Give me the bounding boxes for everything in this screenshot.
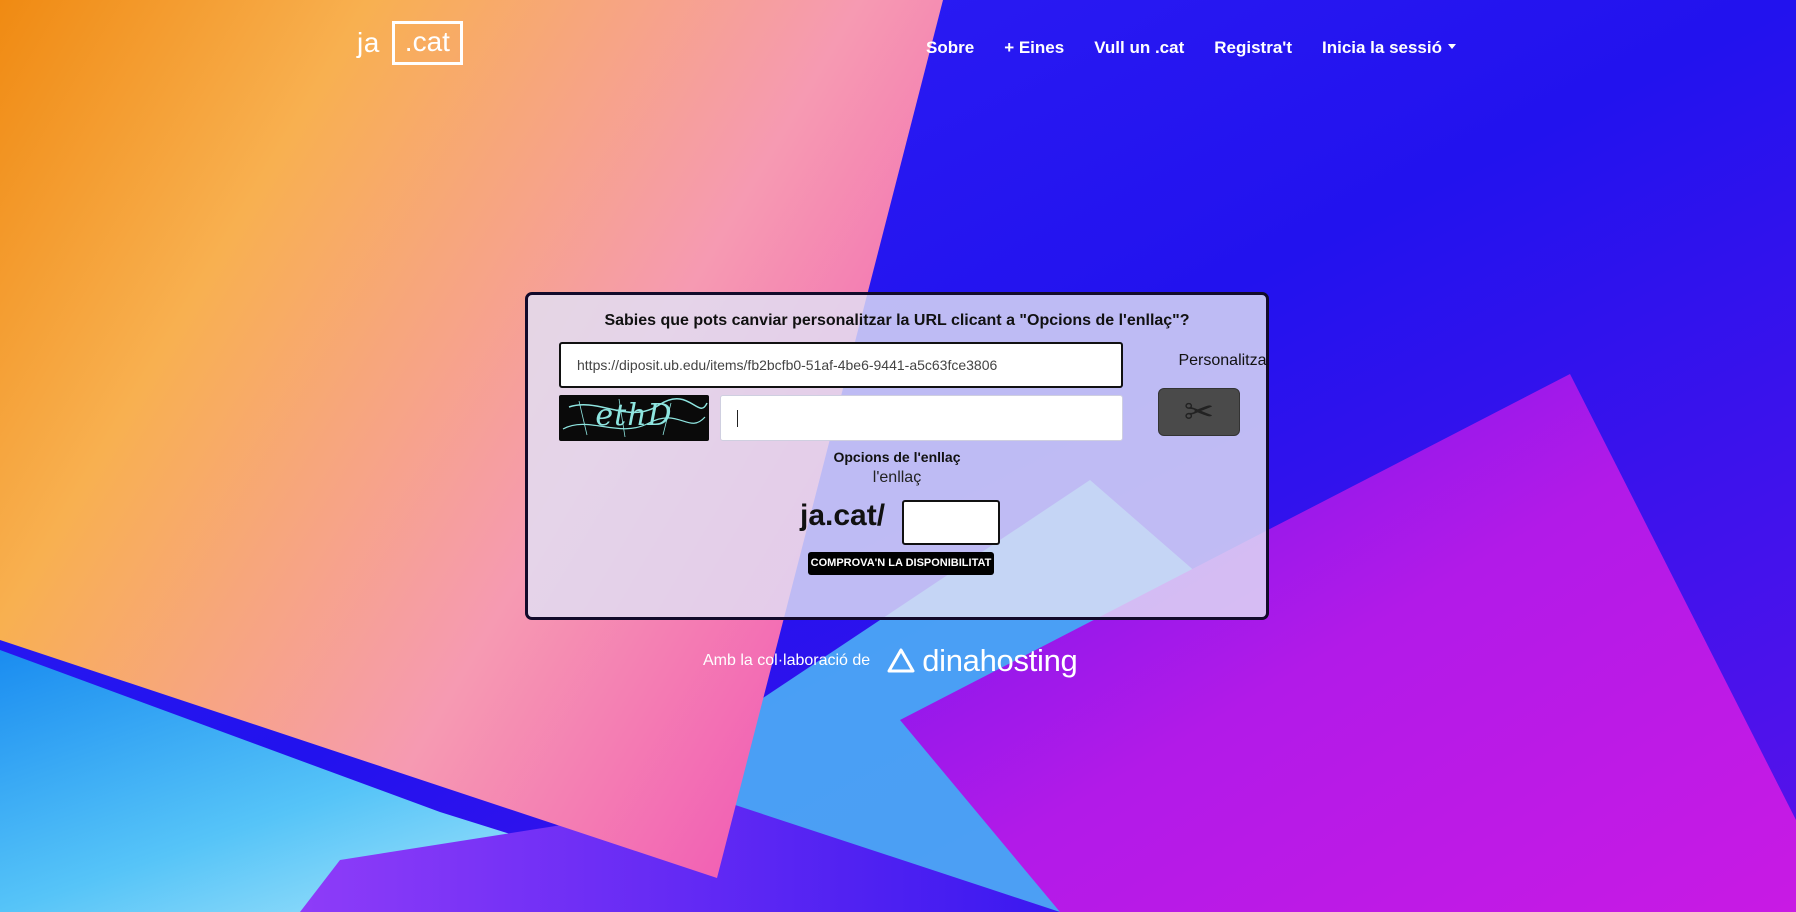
logo-ja-text: ja [357,27,380,58]
partner-logo-text[interactable]: dinahosting [922,643,1078,679]
shorten-button[interactable]: ✂ [1158,388,1240,436]
nav-eines[interactable]: + Eines [1004,38,1064,58]
url-input[interactable] [559,342,1123,388]
captcha-text: ethD [595,398,673,433]
caret-down-icon [1448,44,1456,50]
text-cursor [737,410,738,427]
personalitza-label: Personalitza [1178,352,1267,369]
collab-text: Amb la col·laboració de [703,652,871,669]
captcha-input[interactable] [720,395,1123,441]
shortener-card: Sabies que pots canviar personalitzar la… [525,292,1269,620]
custom-slug-input[interactable] [902,500,1000,545]
collaboration-footer: Amb la col·laboració de dinahosting [703,643,1078,679]
triangle-logo-icon [887,648,915,673]
nav-vull-un-cat[interactable]: Vull un .cat [1094,38,1184,58]
scissors-icon: ✂ [1183,391,1215,432]
link-options-toggle[interactable]: Opcions de l'enllaç [528,449,1266,465]
domain-prefix: ja.cat/ [800,499,886,532]
nav-inicia-sessio-label: Inicia la sessió [1321,38,1442,57]
nav-inicia-sessio[interactable]: Inicia la sessió [1322,38,1456,58]
nav-sobre[interactable]: Sobre [926,38,974,58]
check-availability-button[interactable]: COMPROVA'N LA DISPONIBILITAT [808,552,994,575]
logo-cat-text: .cat [391,21,463,65]
site-logo[interactable]: ja .cat [357,21,463,65]
link-options-subtitle: l'enllaç [872,469,922,486]
card-title: Sabies que pots canviar personalitzar la… [604,312,1190,329]
captcha-image: ethD [559,395,709,441]
main-nav: Sobre + Eines Vull un .cat Registra't In… [926,38,1456,58]
nav-registrat[interactable]: Registra't [1214,38,1292,58]
